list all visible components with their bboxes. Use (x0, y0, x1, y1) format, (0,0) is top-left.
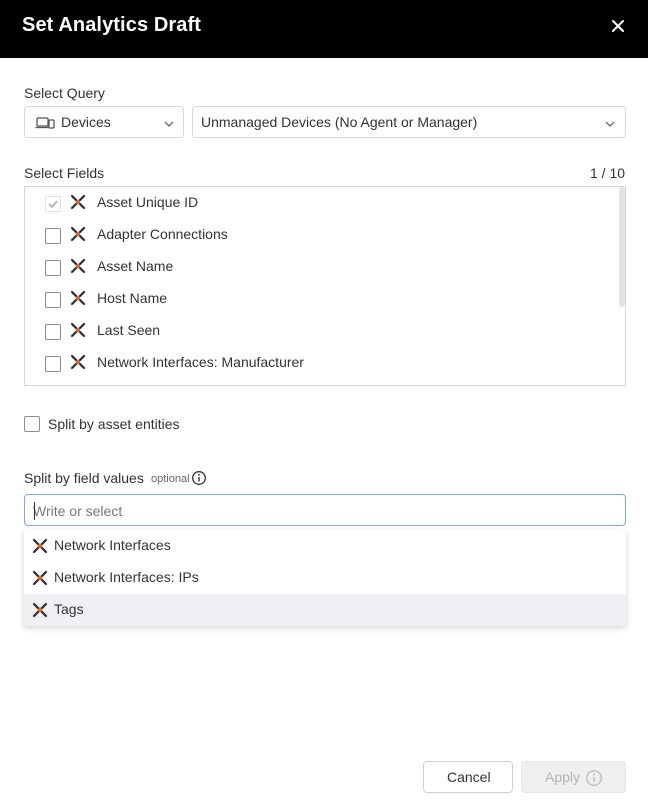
query-select-value: Unmanaged Devices (No Agent or Manager) (201, 114, 478, 130)
adapter-icon (31, 537, 49, 555)
field-row-network-interfaces-manufacturer[interactable]: Network Interfaces: Manufacturer (25, 347, 615, 379)
devices-icon (35, 115, 55, 131)
dropdown-option-tags[interactable]: Tags (24, 594, 626, 626)
adapter-icon (69, 353, 87, 371)
adapter-icon (69, 257, 87, 275)
dropdown-option-label: Network Interfaces (54, 537, 171, 553)
fields-scrollbar-thumb[interactable] (619, 187, 625, 307)
apply-button[interactable]: Apply (521, 761, 626, 793)
info-icon[interactable] (191, 470, 207, 486)
field-row-asset-name[interactable]: Asset Name (25, 251, 615, 283)
split-field-values-input[interactable] (33, 501, 613, 521)
field-row-asset-unique-id[interactable]: Asset Unique ID (25, 187, 615, 219)
split-entities-checkbox[interactable] (24, 416, 40, 432)
field-label: Adapter Connections (97, 226, 228, 242)
dropdown-option-network-interfaces-ips[interactable]: Network Interfaces: IPs (24, 562, 626, 594)
field-checkbox[interactable] (45, 324, 61, 340)
adapter-icon (31, 601, 49, 619)
field-checkbox[interactable] (45, 196, 61, 212)
field-values-dropdown: Network Interfaces Network Interfaces: I… (24, 530, 626, 626)
field-row-host-name[interactable]: Host Name (25, 283, 615, 315)
field-label: Last Seen (97, 322, 161, 338)
split-field-values-input-wrapper[interactable] (24, 494, 626, 526)
field-label: Asset Unique ID (97, 194, 199, 210)
split-entities-label[interactable]: Split by asset entities (48, 416, 180, 432)
field-checkbox[interactable] (45, 260, 61, 276)
field-label: Network Interfaces: Manufacturer (97, 354, 304, 370)
fields-list: Asset Unique ID Adapter Connections Asse… (24, 186, 626, 386)
dialog-title: Set Analytics Draft (22, 14, 201, 36)
optional-hint: optional (151, 473, 190, 485)
dropdown-option-label: Network Interfaces: IPs (54, 569, 199, 585)
apply-button-label: Apply (545, 769, 581, 785)
entity-select[interactable]: Devices (24, 106, 184, 138)
entity-select-value: Devices (61, 114, 111, 130)
field-checkbox[interactable] (45, 356, 61, 372)
select-fields-label: Select Fields (24, 165, 105, 181)
fields-count: 1 / 10 (590, 165, 626, 181)
adapter-icon (69, 289, 87, 307)
cancel-button-label: Cancel (447, 769, 491, 785)
field-checkbox[interactable] (45, 292, 61, 308)
text-caret (34, 502, 35, 520)
adapter-icon (69, 193, 87, 211)
field-row-adapter-connections[interactable]: Adapter Connections (25, 219, 615, 251)
field-label: Asset Name (97, 258, 174, 274)
adapter-icon (69, 321, 87, 339)
field-row-last-seen[interactable]: Last Seen (25, 315, 615, 347)
field-checkbox[interactable] (45, 228, 61, 244)
split-field-values-label: Split by field values (24, 470, 144, 486)
chevron-down-icon (163, 117, 175, 129)
field-label: Host Name (97, 290, 168, 306)
dialog-header: Set Analytics Draft (0, 0, 648, 58)
info-icon (585, 769, 603, 787)
select-query-label: Select Query (24, 85, 105, 101)
dropdown-option-network-interfaces[interactable]: Network Interfaces (24, 530, 626, 562)
cancel-button[interactable]: Cancel (423, 761, 513, 793)
close-icon[interactable] (607, 15, 629, 37)
dropdown-option-label: Tags (54, 601, 84, 617)
chevron-down-icon (604, 117, 616, 129)
query-select[interactable]: Unmanaged Devices (No Agent or Manager) (192, 106, 626, 138)
adapter-icon (31, 569, 49, 587)
adapter-icon (69, 225, 87, 243)
